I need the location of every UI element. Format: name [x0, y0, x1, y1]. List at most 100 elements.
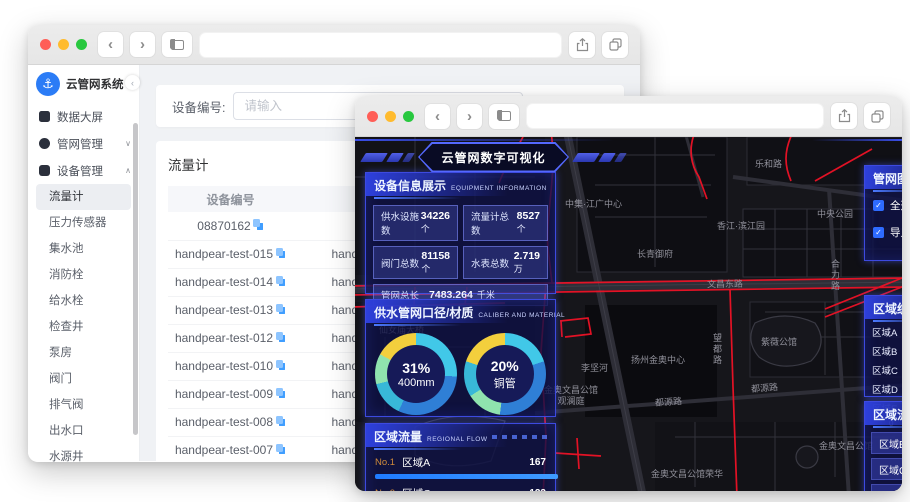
- copy-icon[interactable]: [275, 275, 287, 287]
- panel-title: 供水管网口径/材质: [374, 306, 474, 320]
- close-window-button[interactable]: [367, 110, 378, 122]
- rank-label: No.2: [375, 488, 395, 491]
- copy-icon[interactable]: [275, 443, 287, 455]
- sidebar-toggle-icon[interactable]: [162, 32, 192, 57]
- sidebar-item-data-screen[interactable]: 数据大屏: [28, 103, 139, 130]
- layer-checkbox-row[interactable]: ✓ 全选: [865, 192, 902, 219]
- legend-row: 区域B: [865, 341, 902, 360]
- region-flow-list-panel: 区域流量 区域B 区域C 区域D 区域E: [864, 401, 902, 491]
- layer-checkbox-row[interactable]: ✓ 导入: [865, 219, 902, 246]
- map-road-label: 合力路: [830, 259, 840, 292]
- map-poi-label: 中央公园: [817, 209, 854, 219]
- address-bar[interactable]: [199, 31, 562, 58]
- stat-value: 2.719 万: [513, 250, 540, 274]
- forward-button[interactable]: ›: [130, 32, 155, 57]
- checkbox-label: 全选: [890, 200, 902, 212]
- map-poi-label: 扬州金奥中心: [631, 355, 686, 365]
- device-id: handpear-test-008: [174, 415, 274, 429]
- stat-label: 阀门总数: [381, 258, 420, 270]
- stat-value: 34226 个: [420, 210, 450, 234]
- sidebar-subitem-water-source-well[interactable]: 水源井: [36, 444, 131, 462]
- minimize-window-button[interactable]: [58, 39, 69, 50]
- sidebar-subitem-flowmeter[interactable]: 流量计: [36, 184, 131, 210]
- stat-cell: 阀门总数 81158 个: [373, 246, 458, 280]
- donut-center-text: 20% 铜管: [490, 357, 519, 390]
- stat-label: 流量计总数: [471, 212, 510, 237]
- checkbox-checked-icon[interactable]: ✓: [873, 227, 884, 238]
- dashboard-title-badge: 云管网数字可视化: [418, 142, 570, 172]
- title-dash-deco: [492, 434, 547, 439]
- address-bar[interactable]: [526, 103, 824, 129]
- sidebar-subitem-inspection-well[interactable]: 检查井: [36, 314, 131, 340]
- minimize-window-button[interactable]: [385, 110, 396, 122]
- map-road-label: 乐和路: [755, 159, 783, 169]
- cell-device-id: handpear-test-012: [168, 324, 293, 353]
- sidebar-item-pipe-management[interactable]: 管网管理 ∨: [28, 130, 139, 157]
- copy-icon[interactable]: [275, 303, 287, 315]
- copy-icon[interactable]: [253, 219, 264, 231]
- app-logo: ⚓ 云管网系统: [28, 65, 139, 103]
- legend-label: 区域C: [872, 365, 898, 377]
- sidebar-subitem-catch-basin[interactable]: 集水池: [36, 236, 131, 262]
- zoom-window-button[interactable]: [76, 39, 87, 50]
- share-button[interactable]: [831, 103, 857, 129]
- tabs-overview-button[interactable]: [864, 103, 890, 129]
- device-id: handpear-test-014: [174, 275, 274, 289]
- close-window-button[interactable]: [40, 39, 51, 50]
- sidebar-scrollbar[interactable]: [133, 123, 138, 435]
- copy-icon[interactable]: [275, 387, 287, 399]
- stat-cell: 流量计总数 8527 个: [463, 205, 548, 241]
- stat-value: 81158 个: [421, 250, 450, 274]
- checkbox-checked-icon[interactable]: ✓: [873, 200, 884, 211]
- pipe-layers-panel: 管网图层 ✓ 全选 ✓ 导入: [864, 165, 902, 261]
- sidebar-subitem-pressure-sensor[interactable]: 压力传感器: [36, 210, 131, 236]
- material-donut-chart: 20% 铜管: [463, 333, 546, 415]
- sidebar-subitem-air-valve[interactable]: 排气阀: [36, 392, 131, 418]
- device-id: 08870162: [197, 218, 251, 233]
- copy-icon[interactable]: [275, 247, 287, 259]
- dashboard-browser-window: ‹ › 乐和路 中集·江广中心 香江·滨江园 中央公园 长青御府 文昌东路 合力…: [355, 96, 902, 491]
- legend-label: 区域B: [872, 346, 898, 358]
- sidebar-subitem-valve[interactable]: 阀门: [36, 366, 131, 392]
- back-button[interactable]: ‹: [425, 103, 450, 129]
- map-poi-label: 紫薇公馆: [761, 337, 798, 347]
- device-id: handpear-test-013: [174, 303, 274, 317]
- legend-row: 区域C: [865, 360, 902, 379]
- copy-icon[interactable]: [275, 415, 287, 427]
- copy-icon[interactable]: [275, 331, 287, 343]
- stat-cell: 水表总数 2.719 万: [463, 246, 548, 280]
- back-button[interactable]: ‹: [98, 32, 123, 57]
- device-id: handpear-test-009: [174, 387, 274, 401]
- sidebar-item-device-management[interactable]: 设备管理 ∧: [28, 157, 139, 184]
- stat-cell: 供水设施数 34226 个: [373, 205, 458, 241]
- zoom-window-button[interactable]: [403, 110, 414, 122]
- copy-icon[interactable]: [275, 359, 287, 371]
- map-poi-label: 香江·滨江园: [717, 221, 765, 231]
- panel-title-bar: 区域流量: [865, 402, 902, 425]
- cell-device-id: handpear-test-010: [168, 352, 293, 381]
- panel-title-bar: 区域统计: [865, 296, 902, 319]
- share-button[interactable]: [569, 31, 595, 58]
- sidebar-subitem-water-hydrant[interactable]: 给水栓: [36, 288, 131, 314]
- panel-title: 区域统计: [873, 302, 902, 316]
- cell-device-id: handpear-test-007: [168, 436, 293, 461]
- device-id: handpear-test-012: [174, 331, 274, 345]
- checkbox-label: 导入: [890, 227, 902, 239]
- cell-device-id: 08870162: [168, 212, 293, 241]
- equipment-info-panel: 设备信息展示 EQUIPMENT INFORMATION 供水设施数 34226…: [365, 172, 556, 307]
- panel-title: 区域流量: [374, 430, 423, 444]
- caliber-material-panel: 供水管网口径/材质 CALIBER AND MATERIAL 31% 400mm…: [365, 299, 565, 417]
- region-flow-row: 区域B: [871, 432, 902, 454]
- region-flow-row: 区域C: [871, 458, 902, 480]
- map-poi-label: 中集·江广中心: [565, 199, 622, 209]
- legend-row: 区域D: [865, 379, 902, 398]
- title-underline: [873, 426, 902, 428]
- sidebar-toggle-icon[interactable]: [489, 103, 519, 129]
- tabs-overview-button[interactable]: [602, 31, 628, 58]
- dashboard-title: 云管网数字可视化: [419, 143, 568, 171]
- sidebar-collapse-button[interactable]: ‹: [125, 75, 140, 90]
- forward-button[interactable]: ›: [457, 103, 482, 129]
- sidebar-subitem-outlet[interactable]: 出水口: [36, 418, 131, 444]
- sidebar-subitem-fire-hydrant[interactable]: 消防栓: [36, 262, 131, 288]
- sidebar-subitem-pump-house[interactable]: 泵房: [36, 340, 131, 366]
